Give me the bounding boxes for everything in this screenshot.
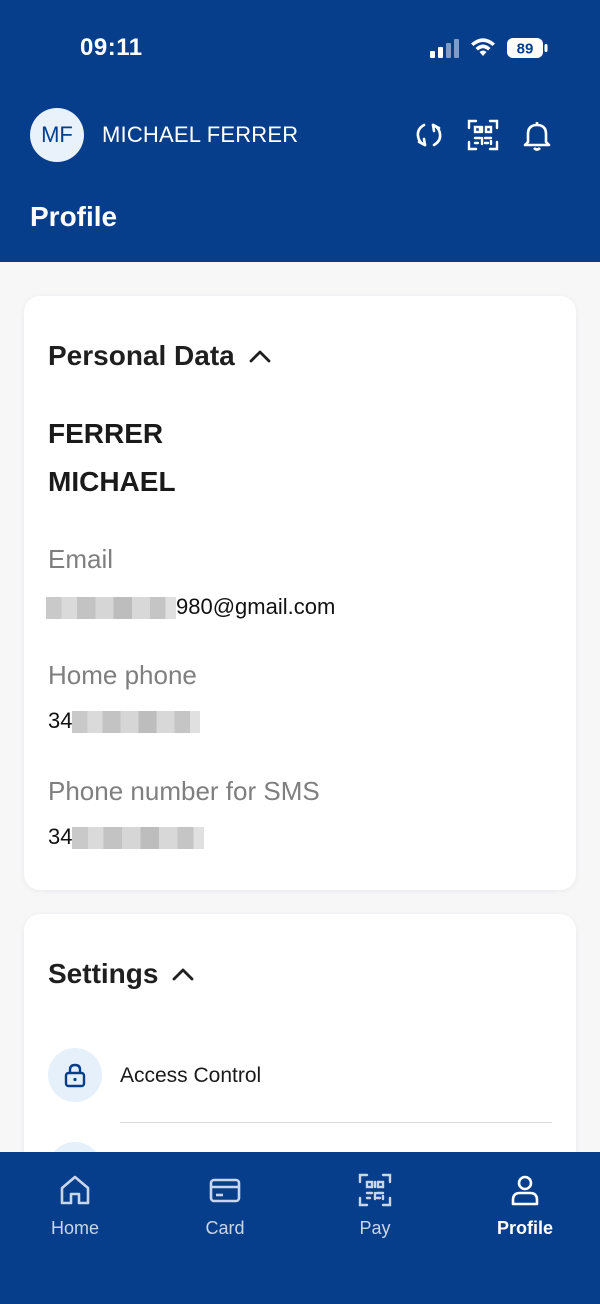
lock-icon-badge <box>48 1048 102 1102</box>
email-visible: 980@gmail.com <box>176 594 336 619</box>
user-name: MICHAEL FERRER <box>102 122 299 147</box>
nav-item-pay[interactable]: Pay <box>315 1172 435 1252</box>
nav-label-profile: Profile <box>496 1218 553 1238</box>
nav-label-card: Card <box>205 1218 245 1238</box>
chevron-up-icon[interactable] <box>248 348 272 364</box>
battery-level: 89 <box>517 41 534 58</box>
qr-pay-icon <box>358 1173 392 1207</box>
settings-card: Settings Access Control <box>24 914 576 1152</box>
user-row: MF MICHAEL FERRER <box>0 106 600 164</box>
surname: FERRER <box>48 418 164 449</box>
personal-data-card: Personal Data FERRER MICHAEL Email 980@g… <box>24 296 576 890</box>
redacted-block <box>46 597 176 620</box>
card-icon <box>209 1178 241 1203</box>
home-icon <box>60 1175 90 1205</box>
settings-item-access-control[interactable]: Access Control <box>24 1044 576 1118</box>
qr-code-icon[interactable] <box>466 118 500 152</box>
settings-item-icon-badge <box>48 1142 102 1152</box>
chevron-up-icon[interactable] <box>171 966 195 982</box>
redacted-block <box>72 827 205 850</box>
nav-label-home: Home <box>50 1218 99 1238</box>
person-icon <box>511 1175 539 1206</box>
email-label: Email <box>48 544 114 574</box>
signal-icon <box>430 39 459 58</box>
first-name: MICHAEL <box>48 466 176 497</box>
status-time: 09:11 <box>80 34 143 61</box>
sync-icon[interactable] <box>412 118 446 152</box>
bottom-nav: Home Card Pay Profile <box>0 1152 600 1304</box>
sms-phone-label: Phone number for SMS <box>48 776 320 806</box>
personal-data-title[interactable]: Personal Data <box>48 340 235 372</box>
home-phone-visible: 34 <box>48 708 73 733</box>
divider <box>120 1122 552 1123</box>
nav-label-pay: Pay <box>359 1218 391 1238</box>
page-title: Profile <box>30 201 118 232</box>
nav-item-home[interactable]: Home <box>15 1172 135 1252</box>
app-header: 09:11 89 MF MICHAEL FERRER Profile <box>0 0 600 262</box>
avatar[interactable]: MF <box>30 108 84 162</box>
nav-item-card[interactable]: Card <box>165 1172 285 1252</box>
sms-phone-value: 34 <box>48 824 205 850</box>
scroll-content[interactable]: Personal Data FERRER MICHAEL Email 980@g… <box>0 262 600 1152</box>
redacted-block <box>72 711 201 734</box>
email-value: 980@gmail.com <box>46 594 335 620</box>
settings-item-label: Access Control <box>120 1064 262 1087</box>
battery-icon: 89 <box>507 38 548 58</box>
settings-title[interactable]: Settings <box>48 958 158 990</box>
lock-icon <box>64 1063 86 1088</box>
bell-icon[interactable] <box>520 118 554 152</box>
sms-phone-visible: 34 <box>48 824 73 849</box>
wifi-icon <box>471 38 495 56</box>
home-phone-label: Home phone <box>48 660 197 690</box>
home-phone-value: 34 <box>48 708 201 734</box>
status-bar: 09:11 89 <box>0 0 600 96</box>
nav-item-profile[interactable]: Profile <box>465 1172 585 1252</box>
